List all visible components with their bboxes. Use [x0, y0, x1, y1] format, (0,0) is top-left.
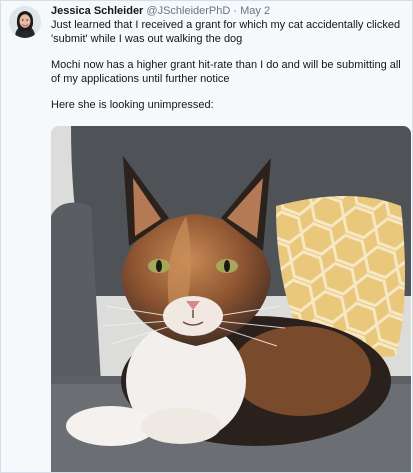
author-handle[interactable]: @JSchleiderPhD — [146, 5, 230, 17]
cat-photo-icon — [51, 126, 411, 472]
tweet-header: Jessica Schleider @JSchleiderPhD · May 2 — [51, 5, 270, 18]
avatar[interactable] — [9, 6, 41, 38]
author-name[interactable]: Jessica Schleider — [51, 5, 143, 17]
tweet-paragraph: Mochi now has a higher grant hit-rate th… — [51, 59, 401, 85]
profile-photo-icon — [9, 6, 41, 38]
tweet-date[interactable]: May 2 — [240, 5, 270, 17]
tweet-text: Just learned that I received a grant for… — [51, 19, 406, 113]
tweet-paragraph: Just learned that I received a grant for… — [51, 19, 401, 45]
tweet-media[interactable] — [51, 126, 411, 472]
tweet-card: Jessica Schleider @JSchleiderPhD · May 2… — [0, 0, 413, 473]
header-separator: · — [233, 5, 238, 17]
tweet-paragraph: Here she is looking unimpressed: — [51, 99, 214, 111]
